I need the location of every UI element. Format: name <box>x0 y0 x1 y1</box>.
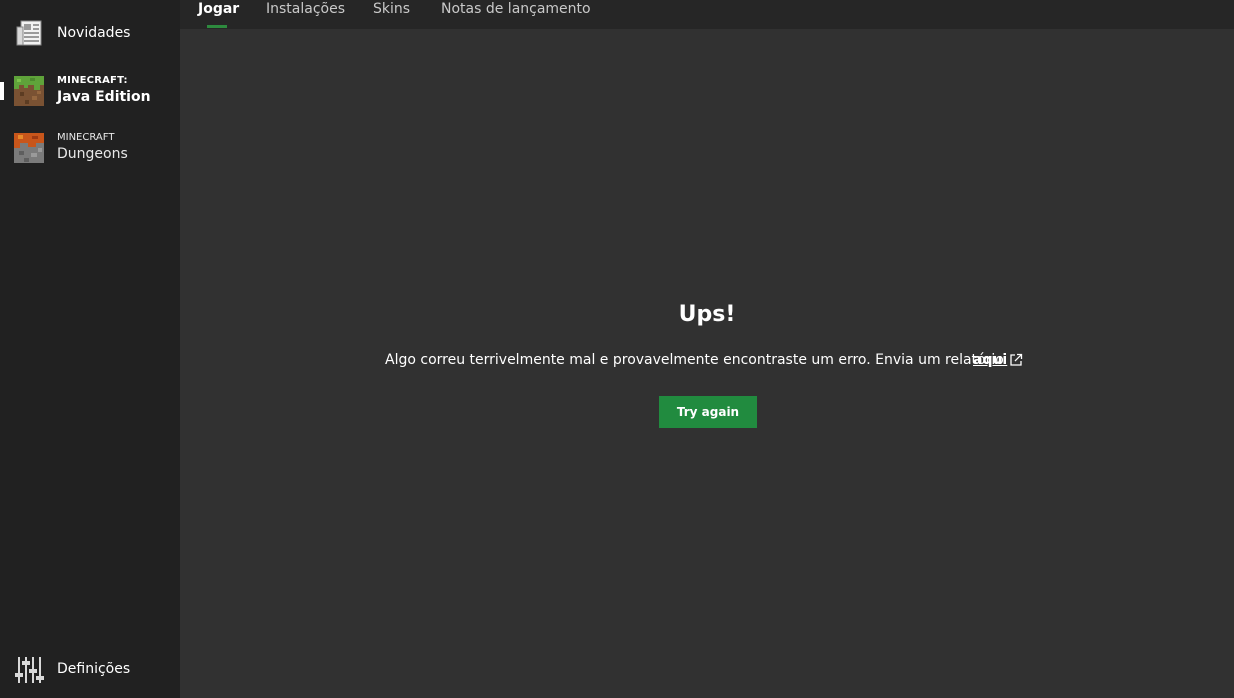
java-edition-title: Java Edition <box>57 89 151 105</box>
sliders-icon <box>15 657 44 683</box>
sidebar-item-java-edition[interactable]: MINECRAFT: Java Edition <box>0 66 180 116</box>
tab-play[interactable]: Jogar <box>198 0 239 29</box>
sidebar-item-dungeons[interactable]: MINECRAFT Dungeons <box>0 123 180 173</box>
newspaper-icon <box>16 20 42 46</box>
error-message: Algo correu terrivelmente mal e provavel… <box>385 352 1004 368</box>
tab-installations[interactable]: Instalações <box>266 0 345 29</box>
try-again-button[interactable]: Try again <box>659 396 757 428</box>
sidebar-item-settings[interactable]: Definições <box>0 645 180 695</box>
external-link-icon[interactable] <box>1009 353 1023 367</box>
tab-label: Notas de lançamento <box>441 1 591 17</box>
tab-label: Jogar <box>198 1 240 17</box>
launcher-window: Novidades MINECRAFT: Java Edition MINECR… <box>0 0 1234 698</box>
active-tab-underline <box>207 25 227 28</box>
sidebar-item-label: Novidades <box>57 25 131 41</box>
grass-block-icon <box>14 76 44 106</box>
sidebar-item-label: Definições <box>57 661 131 677</box>
active-indicator <box>0 82 4 100</box>
tab-label: Instalações <box>266 1 346 17</box>
dungeons-block-icon <box>14 133 44 163</box>
tab-skins[interactable]: Skins <box>373 0 410 29</box>
tab-release-notes[interactable]: Notas de lançamento <box>441 0 591 29</box>
dungeons-brand: MINECRAFT <box>57 132 115 143</box>
java-edition-brand: MINECRAFT: <box>57 75 128 86</box>
report-link[interactable]: aqui <box>973 352 1007 368</box>
error-title: Ups! <box>678 302 736 327</box>
sidebar-item-news[interactable]: Novidades <box>0 9 180 59</box>
tab-label: Skins <box>373 1 411 17</box>
dungeons-title: Dungeons <box>57 146 128 162</box>
sidebar: Novidades MINECRAFT: Java Edition MINECR… <box>0 0 180 698</box>
tab-bar: Jogar Instalações Skins Notas de lançame… <box>180 0 1234 29</box>
